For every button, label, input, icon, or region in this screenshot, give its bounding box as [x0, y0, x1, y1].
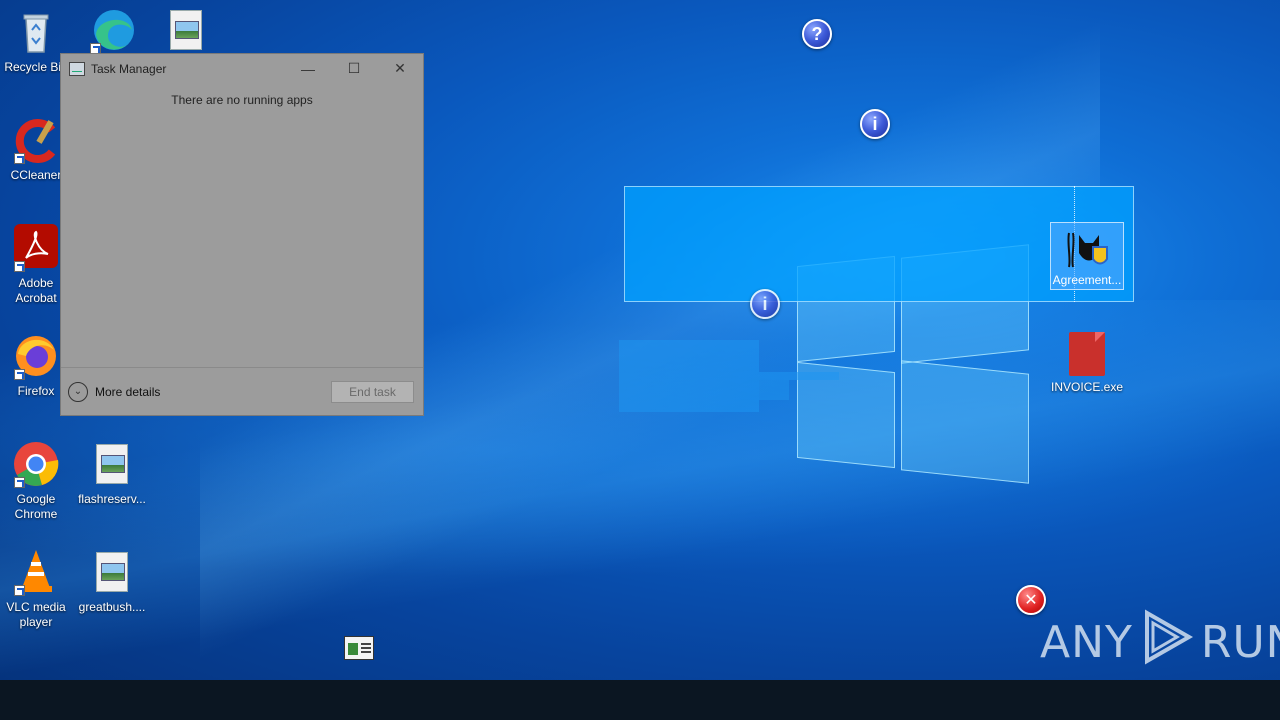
image-file-icon [170, 10, 202, 50]
maximize-button[interactable]: ☐ [331, 54, 377, 83]
info-bubble-icon[interactable]: i [750, 289, 780, 319]
anyrun-watermark: ANY RUN [1040, 609, 1280, 672]
end-task-button[interactable]: End task [331, 380, 414, 403]
watermark-text-left: ANY [1040, 616, 1133, 668]
desktop-icon-label: greatbush.... [78, 600, 146, 614]
image-file-icon [96, 444, 128, 484]
desktop-icon-invoice[interactable]: INVOICE.exe [1049, 332, 1125, 395]
desktop[interactable]: Recycle Bin CCleaner Adobe Acrobat Firef… [0, 0, 1280, 680]
chevron-down-icon[interactable]: ⌄ [68, 381, 88, 402]
desktop-icon-label: flashreserv... [78, 492, 146, 506]
shortcut-arrow-icon [14, 477, 25, 488]
shortcut-arrow-icon [14, 153, 25, 164]
desktop-icon-label: Google Chrome [14, 492, 58, 521]
desktop-icon-edge[interactable] [74, 6, 150, 58]
minimize-button[interactable]: — [285, 54, 331, 83]
agreement-exe-icon [1063, 229, 1111, 269]
shortcut-arrow-icon [14, 369, 25, 380]
recycle-bin-icon [12, 8, 60, 56]
watermark-text-right: RUN [1200, 616, 1280, 668]
shortcut-arrow-icon [14, 261, 25, 272]
app-window-icon[interactable] [344, 636, 374, 660]
desktop-icon-vlc[interactable]: VLC media player [0, 548, 74, 630]
task-manager-footer: ⌄ More details End task [61, 367, 423, 415]
chrome-icon [12, 440, 60, 488]
desktop-icon-label: INVOICE.exe [1050, 380, 1124, 394]
desktop-icon-image-file[interactable] [148, 6, 224, 50]
task-manager-window[interactable]: Task Manager — ☐ ✕ There are no running … [60, 53, 424, 416]
image-file-icon [96, 552, 128, 592]
app-list: There are no running apps [61, 83, 423, 367]
desktop-icon-label: Agreement... [1052, 273, 1122, 287]
more-details-link[interactable]: More details [95, 385, 160, 399]
close-button[interactable]: ✕ [377, 54, 423, 83]
desktop-icon-label: VLC media player [6, 600, 66, 629]
firefox-icon [12, 332, 60, 380]
drag-ghost [759, 372, 839, 380]
error-bubble-icon[interactable]: ✕ [1016, 585, 1046, 615]
adobe-acrobat-icon [12, 224, 60, 272]
info-bubble-icon[interactable]: i [860, 109, 890, 139]
play-icon [1139, 609, 1195, 676]
vlc-icon [12, 548, 60, 596]
empty-message: There are no running apps [171, 93, 313, 107]
drag-ghost [619, 340, 759, 412]
desktop-icon-agreement[interactable]: Agreement... [1050, 222, 1124, 290]
ccleaner-icon [12, 116, 60, 164]
edge-icon [88, 6, 136, 54]
desktop-icon-greatbush[interactable]: greatbush.... [74, 548, 150, 615]
window-title: Task Manager [91, 61, 167, 76]
shortcut-arrow-icon [14, 585, 25, 596]
help-bubble-icon[interactable]: ? [802, 19, 832, 49]
task-manager-icon [69, 61, 85, 76]
drag-ghost [759, 380, 789, 400]
desktop-icon-flashreserv[interactable]: flashreserv... [74, 440, 150, 507]
desktop-icon-google-chrome[interactable]: Google Chrome [0, 440, 74, 522]
pdf-file-icon [1069, 332, 1105, 376]
taskbar[interactable] [0, 680, 1280, 720]
task-manager-titlebar[interactable]: Task Manager — ☐ ✕ [61, 54, 423, 83]
